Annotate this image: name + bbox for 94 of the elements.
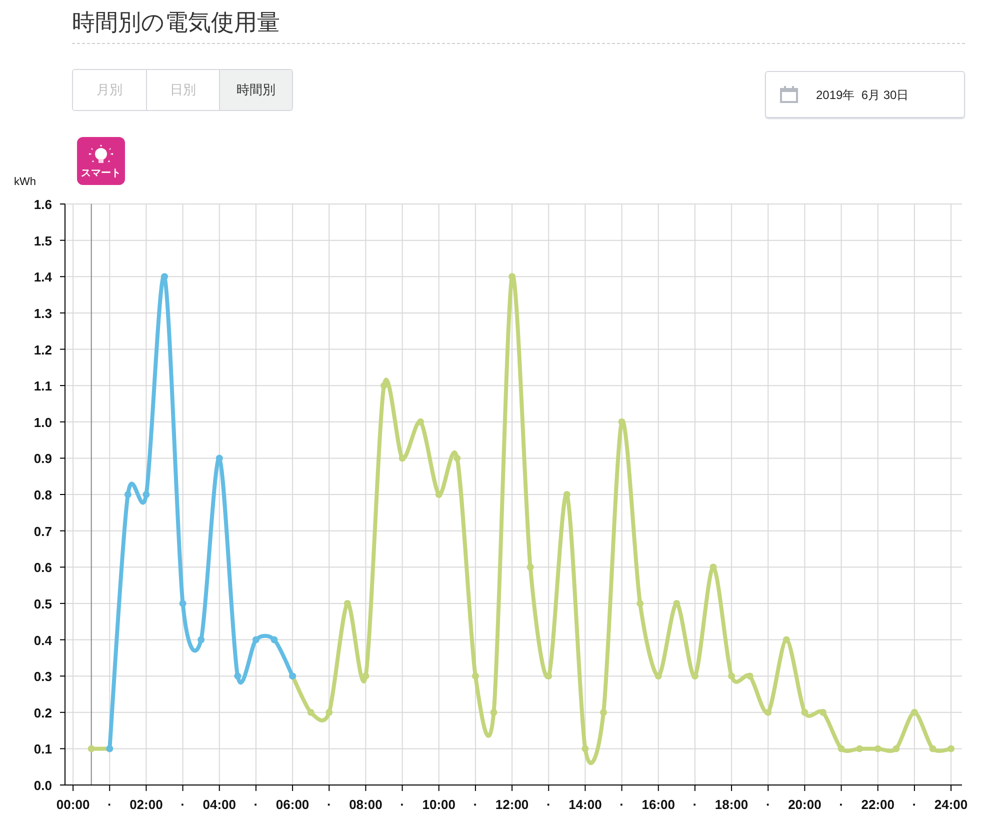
y-tick-label: 1.4 xyxy=(34,270,52,285)
y-tick-label: 0.9 xyxy=(34,451,52,466)
data-point xyxy=(819,708,826,716)
data-point xyxy=(710,564,717,571)
data-point xyxy=(838,745,845,752)
data-point xyxy=(874,745,882,752)
x-tick-label: · xyxy=(326,797,332,812)
data-point xyxy=(948,745,955,752)
x-tick-label: · xyxy=(400,797,404,812)
data-point xyxy=(234,672,242,680)
x-tick-label: 10:00 xyxy=(422,797,456,812)
data-point xyxy=(654,672,662,680)
y-tick-label: 1.3 xyxy=(34,306,52,321)
data-point xyxy=(801,708,808,716)
x-tick-label: 12:00 xyxy=(495,797,529,812)
y-tick-label: 0.7 xyxy=(34,524,52,539)
y-tick-label: 1.2 xyxy=(34,342,52,358)
x-tick-label: 18:00 xyxy=(714,797,748,812)
x-tick-label: 04:00 xyxy=(202,797,236,812)
data-point xyxy=(929,745,936,752)
data-point xyxy=(380,382,388,390)
date-picker[interactable]: 2019年 6月 30日 xyxy=(765,71,965,118)
data-point xyxy=(252,636,260,644)
data-point xyxy=(600,708,607,716)
y-tick-label: 1.5 xyxy=(34,233,52,248)
data-point xyxy=(856,745,864,752)
data-point xyxy=(216,454,223,462)
x-tick-label: 02:00 xyxy=(130,797,163,812)
data-point xyxy=(435,491,442,498)
x-tick-label: 00:00 xyxy=(56,797,90,812)
data-point xyxy=(545,672,552,680)
y-tick-label: 0.1 xyxy=(34,742,52,757)
data-point xyxy=(673,600,680,607)
data-point xyxy=(526,564,534,571)
x-tick-label: 20:00 xyxy=(788,797,822,812)
x-tick-label: · xyxy=(620,797,624,812)
y-tick-label: 1.6 xyxy=(34,197,52,212)
data-point xyxy=(270,636,278,644)
x-tick-label: 22:00 xyxy=(861,797,894,812)
data-point xyxy=(124,491,132,498)
data-point xyxy=(88,745,95,752)
data-point xyxy=(563,491,570,498)
calendar-icon xyxy=(780,86,798,103)
x-tick-label: 14:00 xyxy=(568,797,602,812)
data-point xyxy=(344,600,351,607)
data-point xyxy=(198,636,205,644)
data-point xyxy=(746,672,754,680)
data-point xyxy=(161,273,168,280)
y-tick-label: 0.2 xyxy=(34,705,52,720)
data-point xyxy=(892,745,900,752)
data-point xyxy=(472,672,479,680)
data-point xyxy=(454,454,461,462)
badge-label: スマート xyxy=(81,169,121,179)
x-tick-label: · xyxy=(692,797,698,812)
x-tick-label: · xyxy=(473,797,478,812)
y-tick-label: 1.0 xyxy=(34,414,52,430)
page-title: 時間別の電気使用量 xyxy=(72,8,280,37)
x-tick-label: · xyxy=(254,797,258,812)
y-tick-label: 0.3 xyxy=(34,669,52,684)
data-point xyxy=(782,636,790,644)
data-point xyxy=(910,708,918,716)
data-point xyxy=(508,273,516,280)
y-tick-label: 0.8 xyxy=(34,488,52,502)
x-tick-label: 16:00 xyxy=(642,797,675,812)
view-tab[interactable]: 時間別 xyxy=(219,70,292,110)
data-point xyxy=(728,672,736,680)
x-tick-label: · xyxy=(912,797,917,812)
data-point xyxy=(326,708,333,716)
y-axis-unit: kWh xyxy=(14,175,36,190)
data-point xyxy=(636,600,644,607)
data-point xyxy=(362,672,370,680)
x-tick-label: · xyxy=(839,797,844,812)
data-point xyxy=(417,418,424,426)
data-point xyxy=(618,418,626,426)
data-point xyxy=(582,745,589,752)
x-tick-label: · xyxy=(546,797,551,812)
data-point xyxy=(179,600,186,607)
data-point xyxy=(307,708,314,716)
data-point xyxy=(142,491,150,498)
x-tick-label: · xyxy=(180,797,185,812)
x-tick-label: · xyxy=(766,797,770,812)
data-point xyxy=(691,672,698,680)
y-tick-label: 0.0 xyxy=(34,778,52,793)
data-point xyxy=(764,708,772,716)
x-tick-label: 08:00 xyxy=(349,797,382,812)
data-point xyxy=(490,708,498,716)
data-point xyxy=(398,454,406,462)
x-tick-label: 24:00 xyxy=(934,797,968,812)
y-tick-label: 0.5 xyxy=(34,596,52,612)
x-tick-label: · xyxy=(107,797,112,812)
y-tick-label: 0.6 xyxy=(34,560,52,576)
x-tick-label: 06:00 xyxy=(276,797,310,812)
y-tick-label: 1.1 xyxy=(34,378,52,394)
y-tick-label: 0.4 xyxy=(34,632,52,648)
